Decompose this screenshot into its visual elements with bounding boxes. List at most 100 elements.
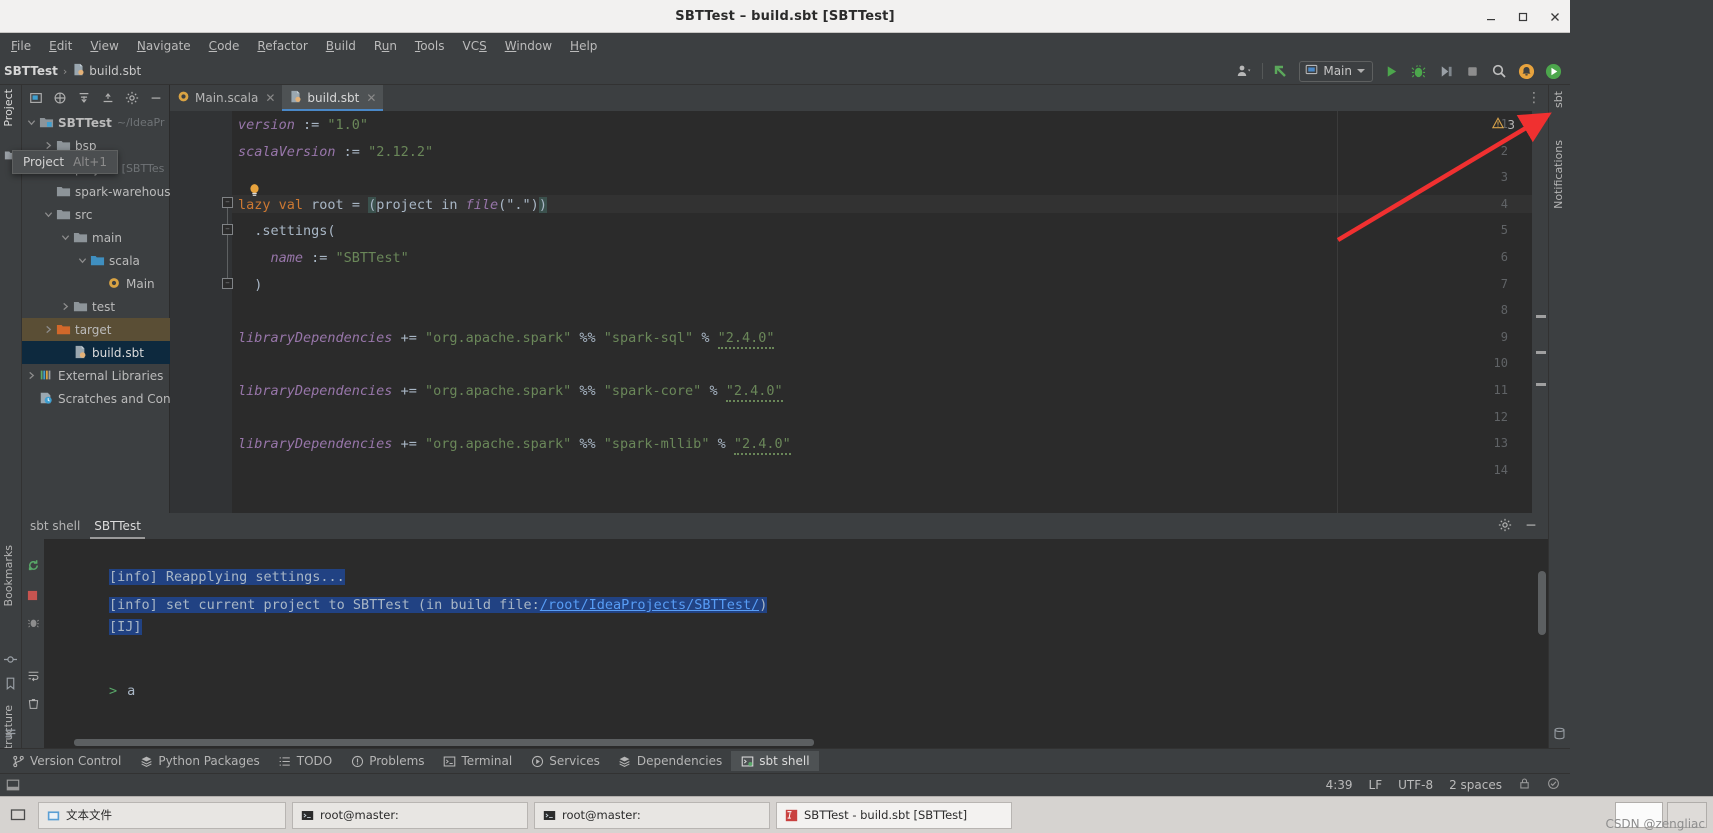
- taskbar-button-intellij[interactable]: SBTTest - build.sbt [SBTTest]: [776, 801, 1012, 829]
- sbt-shell-console[interactable]: [info] Reapplying settings... [info] set…: [44, 539, 1548, 748]
- tool-window-problems[interactable]: Problems: [341, 751, 433, 771]
- commit-icon[interactable]: [4, 651, 19, 666]
- chevron-down-icon[interactable]: [43, 209, 54, 220]
- code-content[interactable]: version := "1.0" scalaVersion := "2.12.2"…: [232, 111, 1548, 513]
- database-icon[interactable]: [1553, 725, 1568, 740]
- taskbar-button-terminal-2[interactable]: root@master:: [534, 801, 770, 829]
- tree-node-main[interactable]: main: [22, 226, 170, 249]
- menu-navigate[interactable]: Navigate: [128, 36, 200, 56]
- console-build-file-link[interactable]: /root/IdeaProjects/SBTTest/: [539, 597, 760, 613]
- minimize-icon[interactable]: [1482, 8, 1500, 26]
- code-editor[interactable]: – – – 1 2 3 4 5 6 7 8 9 10 11 12 13 14 version := "1.…: [170, 111, 1548, 513]
- code-line[interactable]: ): [238, 277, 262, 294]
- editor-gutter[interactable]: [170, 111, 232, 513]
- tool-window-version-control[interactable]: Version Control: [2, 751, 130, 771]
- updates-arrow-icon[interactable]: [1272, 62, 1290, 80]
- tree-node-src[interactable]: src: [22, 203, 170, 226]
- debug-icon[interactable]: [27, 614, 40, 628]
- tool-window-services[interactable]: Services: [521, 751, 609, 771]
- restart-icon[interactable]: [27, 557, 40, 571]
- code-line[interactable]: .settings(: [238, 223, 335, 240]
- indent-setting[interactable]: 2 spaces: [1449, 778, 1502, 792]
- tool-window-dependencies[interactable]: Dependencies: [609, 751, 731, 771]
- chevron-right-icon[interactable]: [43, 324, 54, 335]
- maximize-icon[interactable]: [1514, 8, 1532, 26]
- run-icon[interactable]: [1382, 62, 1400, 80]
- tool-window-terminal[interactable]: Terminal: [434, 751, 522, 771]
- run-anything-icon[interactable]: [1544, 62, 1562, 80]
- chevron-down-icon[interactable]: [26, 117, 37, 128]
- tree-node-sbttest[interactable]: SBTTest ~/IdeaPr: [22, 111, 170, 134]
- tool-window-sbt-shell[interactable]: sbt shell: [731, 751, 819, 771]
- editor-tab-build-sbt[interactable]: build.sbt ✕: [282, 85, 384, 111]
- close-icon[interactable]: ✕: [366, 91, 376, 105]
- menu-refactor[interactable]: Refactor: [248, 36, 316, 56]
- inspection-summary[interactable]: 3: [1492, 117, 1530, 132]
- code-line[interactable]: libraryDependencies += "org.apache.spark…: [238, 436, 791, 456]
- menu-window[interactable]: Window: [496, 36, 561, 56]
- trash-icon[interactable]: [27, 695, 40, 709]
- soft-wrap-icon[interactable]: [27, 667, 40, 682]
- taskbar-button-terminal-1[interactable]: root@master:: [292, 801, 528, 829]
- caret-position[interactable]: 4:39: [1326, 778, 1353, 792]
- sidebar-tab-bookmarks[interactable]: Bookmarks: [2, 545, 15, 606]
- sbt-tab-sbt-shell[interactable]: sbt shell: [30, 513, 80, 539]
- menu-view[interactable]: View: [81, 36, 127, 56]
- menu-file[interactable]: File: [2, 36, 40, 56]
- hide-icon[interactable]: [148, 91, 163, 106]
- chevron-right-icon[interactable]: [26, 370, 37, 381]
- line-separator[interactable]: LF: [1369, 778, 1383, 792]
- console-prompt-line[interactable]: > a: [44, 663, 135, 720]
- code-line[interactable]: lazy val root = (project in file(".")): [238, 196, 547, 214]
- console-horizontal-scrollbar[interactable]: [74, 739, 814, 746]
- code-line[interactable]: libraryDependencies += "org.apache.spark…: [238, 383, 783, 402]
- menu-vcs[interactable]: VCS: [454, 36, 496, 56]
- sidebar-tab-sbt[interactable]: sbt: [1552, 91, 1565, 108]
- show-desktop-icon[interactable]: [4, 807, 32, 823]
- menu-run[interactable]: Run: [365, 36, 406, 56]
- console-vertical-scrollbar[interactable]: [1538, 571, 1546, 635]
- user-accounts-icon[interactable]: [1235, 62, 1253, 80]
- inspection-marker[interactable]: [1536, 315, 1546, 318]
- inspections-icon[interactable]: [1547, 777, 1560, 793]
- settings-gear-icon[interactable]: [1498, 517, 1512, 536]
- read-only-lock-icon[interactable]: [1518, 777, 1531, 793]
- close-icon[interactable]: ✕: [265, 91, 275, 105]
- breadcrumb-item-project[interactable]: SBTTest: [4, 64, 58, 78]
- tree-node-main[interactable]: Main: [22, 272, 170, 295]
- menu-build[interactable]: Build: [317, 36, 365, 56]
- encoding[interactable]: UTF-8: [1398, 778, 1433, 792]
- sidebar-tab-notifications[interactable]: Notifications: [1552, 140, 1565, 209]
- inspection-marker[interactable]: [1536, 383, 1546, 386]
- intention-bulb-icon[interactable]: [248, 183, 261, 198]
- stop-icon[interactable]: [1463, 62, 1481, 80]
- tree-node-target[interactable]: target: [22, 318, 170, 341]
- build-icon[interactable]: [4, 725, 19, 740]
- menu-edit[interactable]: Edit: [40, 36, 81, 56]
- bookmark-icon[interactable]: [4, 675, 19, 690]
- settings-gear-icon[interactable]: [124, 91, 139, 106]
- more-options-icon[interactable]: ⋮: [1527, 90, 1542, 106]
- sidebar-tab-project[interactable]: Project: [2, 89, 15, 127]
- tree-node-scala[interactable]: scala: [22, 249, 170, 272]
- menu-help[interactable]: Help: [561, 36, 606, 56]
- code-line[interactable]: version := "1.0": [238, 117, 368, 134]
- search-icon[interactable]: [1490, 62, 1508, 80]
- taskbar-button-file-manager[interactable]: 文本文件: [38, 801, 286, 829]
- notifications-bell-icon[interactable]: [1517, 62, 1535, 80]
- tree-node-external-libraries[interactable]: External Libraries: [22, 364, 170, 387]
- collapse-all-icon[interactable]: [100, 91, 115, 106]
- console-input-value[interactable]: a: [127, 683, 135, 699]
- select-opened-file-icon[interactable]: [28, 91, 43, 106]
- tree-node-scratches-and-con[interactable]: Scratches and Con: [22, 387, 170, 410]
- tool-window-todo[interactable]: TODO: [269, 751, 341, 771]
- inspection-marker[interactable]: [1536, 351, 1546, 354]
- chevron-down-icon[interactable]: [60, 232, 71, 243]
- debug-icon[interactable]: [1409, 62, 1427, 80]
- menu-code[interactable]: Code: [200, 36, 249, 56]
- code-line[interactable]: scalaVersion := "2.12.2": [238, 144, 433, 161]
- breadcrumb-item-file[interactable]: build.sbt: [89, 64, 141, 78]
- tree-node-spark-warehouse[interactable]: spark-warehouse: [22, 180, 170, 203]
- stop-icon[interactable]: [27, 586, 40, 601]
- hide-icon[interactable]: [1524, 517, 1538, 536]
